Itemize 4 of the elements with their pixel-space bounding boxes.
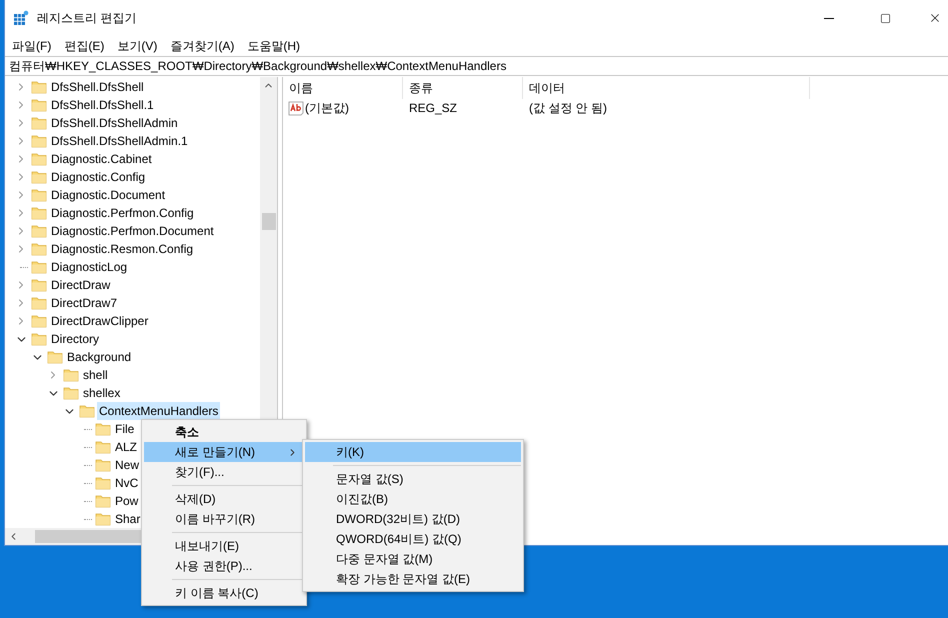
table-cell-text: (기본값)	[305, 100, 349, 117]
table-cell-text: (값 설정 안 됨)	[528, 100, 607, 117]
table-cell-text: REG_SZ	[408, 100, 458, 117]
window-title: 레지스트리 편집기	[37, 10, 136, 27]
